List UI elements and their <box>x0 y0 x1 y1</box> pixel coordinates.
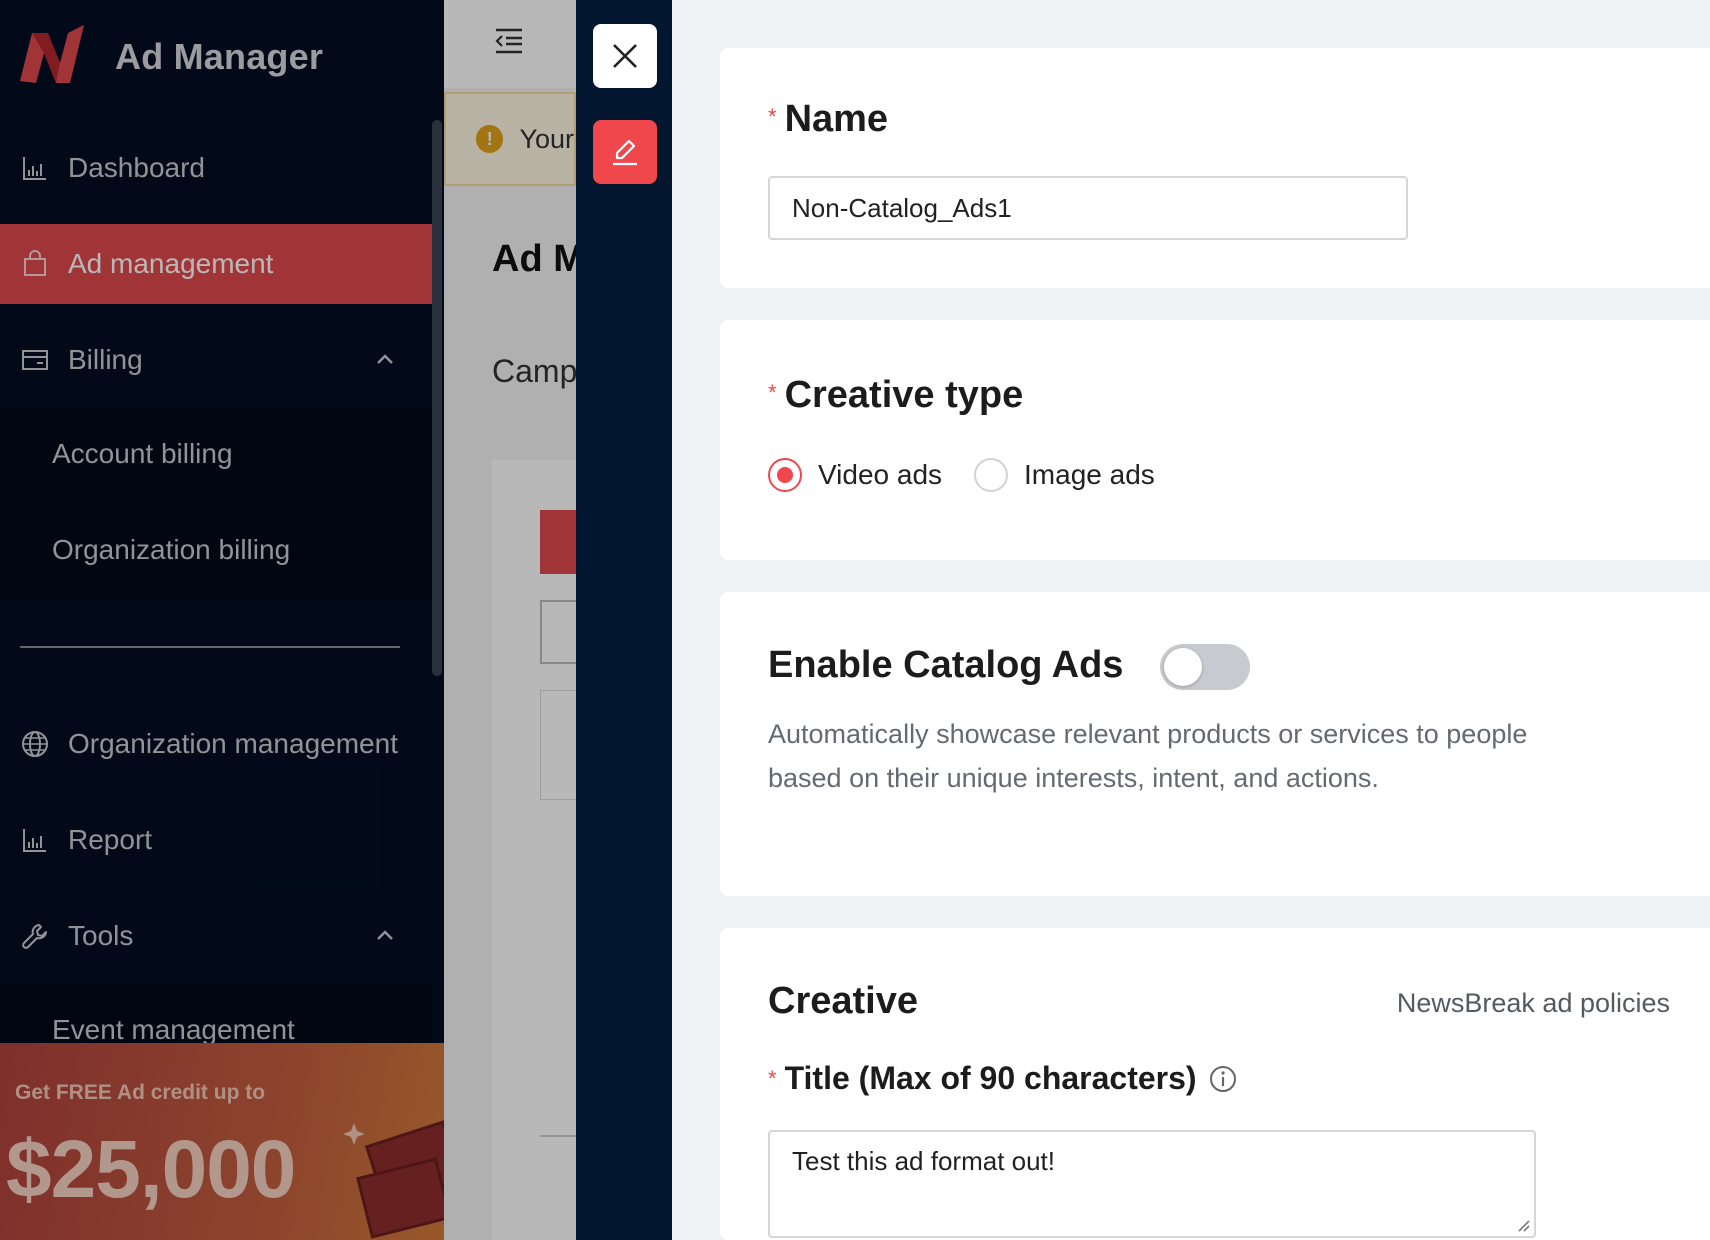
resize-handle-icon[interactable] <box>1514 1216 1530 1232</box>
catalog-ads-toggle[interactable] <box>1160 644 1250 690</box>
close-icon <box>613 44 637 68</box>
title-label-text: Title (Max of 90 characters) <box>784 1060 1197 1096</box>
name-label-text: Name <box>784 98 889 140</box>
title-textarea-value: Test this ad format out! <box>792 1146 1056 1176</box>
catalog-ads-section: Enable Catalog Ads Automatically showcas… <box>720 592 1710 896</box>
name-section: * Name Non-Catalog_Ads1 <box>720 48 1710 288</box>
drawer-toolbar <box>576 0 672 1240</box>
title-field-label: * Title (Max of 90 characters) <box>768 1060 1237 1097</box>
radio-label: Image ads <box>1024 459 1155 490</box>
info-icon[interactable] <box>1209 1065 1237 1093</box>
edit-button[interactable] <box>593 120 657 184</box>
title-textarea[interactable]: Test this ad format out! <box>768 1130 1536 1238</box>
radio-button[interactable] <box>974 458 1009 492</box>
creative-type-section: * Creative type Video ads Image ads <box>720 320 1710 560</box>
radio-label: Video ads <box>818 459 943 490</box>
creative-type-radio-group: Video ads Image ads <box>768 458 1187 492</box>
creative-type-label-text: Creative type <box>784 374 1024 416</box>
modal-overlay[interactable] <box>0 0 576 1240</box>
ad-policies-link[interactable]: NewsBreak ad policies <box>1397 988 1670 1019</box>
catalog-ads-label: Enable Catalog Ads <box>768 644 1124 686</box>
required-asterisk: * <box>768 380 777 405</box>
required-asterisk: * <box>768 104 777 129</box>
ad-editor-drawer: * Name Non-Catalog_Ads1 * Creative type … <box>672 0 1710 1240</box>
radio-video-ads[interactable]: Video ads <box>768 458 942 492</box>
radio-image-ads[interactable]: Image ads <box>974 458 1155 492</box>
required-asterisk: * <box>768 1065 777 1091</box>
name-input[interactable]: Non-Catalog_Ads1 <box>768 176 1408 240</box>
close-drawer-button[interactable] <box>593 24 657 88</box>
name-label: * Name <box>768 98 888 141</box>
radio-button-selected[interactable] <box>768 458 802 492</box>
creative-label: Creative <box>768 980 918 1022</box>
creative-section: Creative NewsBreak ad policies * Title (… <box>720 928 1710 1240</box>
toggle-knob <box>1164 648 1202 686</box>
catalog-ads-description: Automatically showcase relevant products… <box>768 719 1528 793</box>
creative-type-label: * Creative type <box>768 374 1023 417</box>
pencil-icon <box>613 139 637 166</box>
